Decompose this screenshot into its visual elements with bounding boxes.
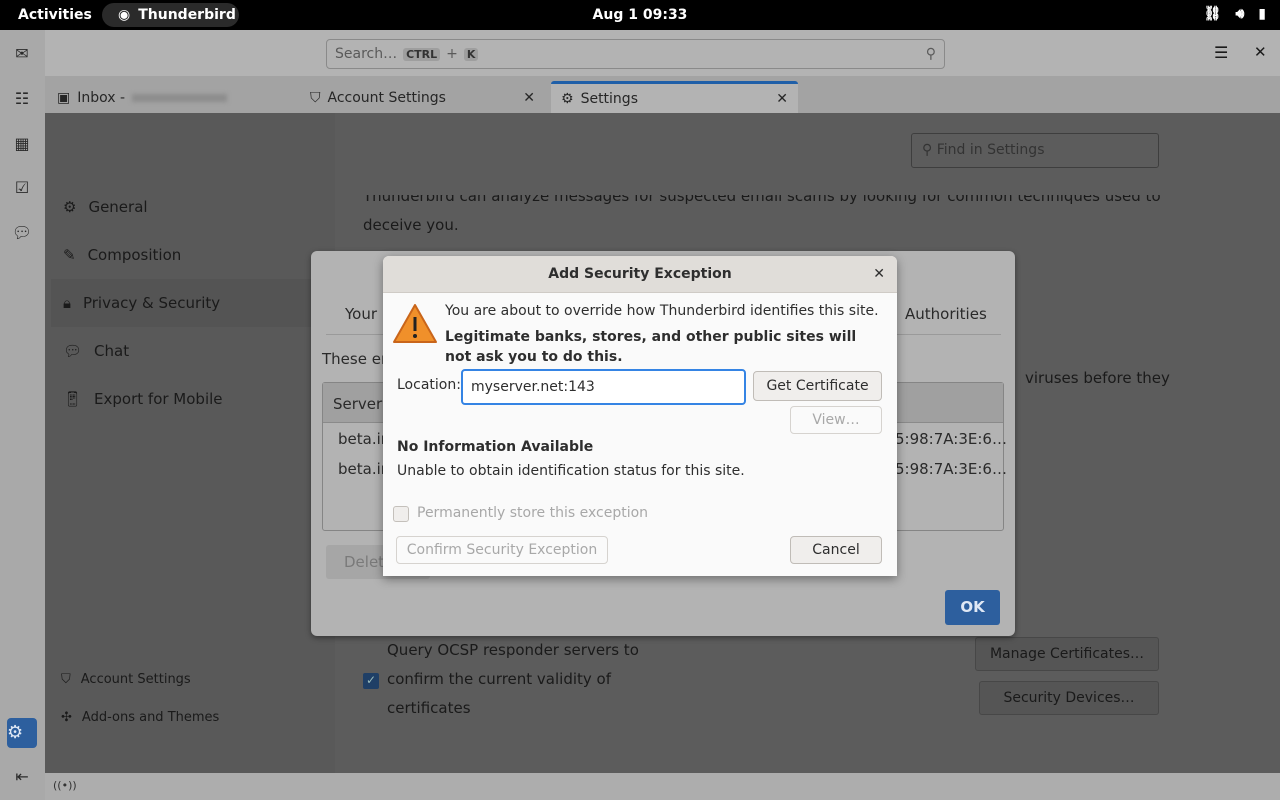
spaces-toolbar: ✉ ☷ ▦ ☑ 💬︎ ⚙ ⇤ — [0, 30, 45, 800]
settings-gear-icon[interactable]: ⚙ — [7, 718, 37, 748]
view-button[interactable]: View… — [790, 406, 882, 434]
shortcut-plus: + — [446, 46, 458, 62]
shortcut-key: CTRL — [403, 47, 441, 61]
nav-addons[interactable]: ✣ Add-ons and Themes — [61, 710, 219, 725]
account-icon: ⛉ — [310, 89, 321, 106]
nav-label: Add-ons and Themes — [81, 710, 220, 725]
network-icon: ⛓ — [1203, 6, 1222, 22]
status-title: No Information Available — [397, 439, 594, 455]
nav-account-settings[interactable]: ⛉ Account Settings — [61, 672, 191, 687]
pencil-icon: ✎ — [63, 246, 76, 264]
phone-icon: 📱︎ — [63, 390, 83, 408]
warning-icon — [393, 304, 437, 343]
status-text: Unable to obtain identification status f… — [397, 463, 745, 479]
nav-label: Privacy & Security — [82, 294, 221, 312]
nav-export-mobile[interactable]: 📱︎ Export for Mobile — [51, 375, 335, 423]
cancel-button[interactable]: Cancel — [790, 536, 882, 564]
tab-label: Account Settings — [327, 89, 446, 106]
lock-icon: 🔒︎ — [63, 294, 71, 312]
tab-settings[interactable]: ⚙ Settings ✕ — [551, 81, 798, 113]
account-icon: ⛉ — [61, 672, 71, 687]
description: These en — [322, 350, 391, 368]
scam-description: Thunderbird can analyze messages for sus… — [363, 187, 1161, 205]
row-server[interactable]: beta.ir — [338, 430, 387, 448]
location-label: Location: — [397, 377, 461, 393]
tab-your-certificates[interactable]: Your — [345, 305, 377, 323]
permanent-checkbox[interactable] — [393, 506, 409, 522]
nav-chat[interactable]: 💬︎ Chat — [51, 327, 335, 375]
ok-button[interactable]: OK — [945, 590, 1000, 625]
tasks-icon[interactable]: ☑ — [11, 177, 33, 199]
ocsp-label: Query OCSP responder servers to — [387, 641, 639, 659]
dialog-header: Add Security Exception ✕ — [383, 256, 897, 293]
nav-label: Export for Mobile — [94, 390, 223, 408]
row-fingerprint: 5:98:7A:3E:6… — [895, 430, 1007, 448]
system-top-bar: Activities ◉ Thunderbird Aug 1 09:33 ⛓ 🔊︎ ▮ — [0, 0, 1280, 30]
confirm-exception-button[interactable]: Confirm Security Exception — [396, 536, 608, 564]
row-server[interactable]: beta.ir — [338, 460, 387, 478]
close-tab-icon[interactable]: ✕ — [776, 91, 788, 107]
find-placeholder: Find in Settings — [936, 142, 1045, 158]
inbox-icon: ▣ — [57, 89, 71, 106]
tab-label: Settings — [580, 90, 638, 107]
permanent-label: Permanently store this exception — [417, 505, 649, 521]
puzzle-icon: ✣ — [61, 710, 72, 725]
security-devices-button[interactable]: Security Devices… — [979, 681, 1159, 715]
gear-icon: ⚙ — [63, 198, 77, 216]
search-placeholder: Search… — [335, 46, 398, 62]
find-in-settings-input[interactable]: ⚲ Find in Settings — [911, 133, 1159, 168]
search-input[interactable]: Search… CTRL + K ⚲ — [326, 39, 945, 69]
settings-nav: ⚙ General ✎ Composition 🔒︎ Privacy & Securi… — [45, 113, 335, 773]
status-bar: ((•)) — [45, 773, 1280, 800]
get-certificate-button[interactable]: Get Certificate — [753, 371, 882, 401]
battery-icon: ▮ — [1258, 6, 1266, 22]
nav-label: Composition — [87, 246, 182, 264]
toolbar: Search… CTRL + K ⚲ ☰ ✕ — [45, 30, 1280, 76]
nav-label: General — [88, 198, 148, 216]
antivirus-text: viruses before they — [1025, 369, 1170, 387]
chat-icon: 💬︎ — [63, 342, 83, 360]
nav-composition[interactable]: ✎ Composition — [51, 231, 335, 279]
blurred-account — [132, 93, 228, 102]
collapse-icon[interactable]: ⇤ — [11, 766, 33, 788]
manage-certificates-button[interactable]: Manage Certificates… — [975, 637, 1159, 671]
menu-icon[interactable]: ☰ — [1214, 43, 1228, 62]
clock[interactable]: Aug 1 09:33 — [0, 7, 1280, 23]
warning-text: You are about to override how Thunderbir… — [445, 303, 879, 319]
tab-inbox[interactable]: ▣ Inbox - — [47, 82, 287, 113]
close-tab-icon[interactable]: ✕ — [523, 90, 535, 106]
volume-icon: 🔊︎ — [1235, 6, 1245, 22]
calendar-icon[interactable]: ▦ — [11, 133, 33, 155]
address-book-icon[interactable]: ☷ — [11, 88, 33, 110]
tab-bar: ▣ Inbox - ⛉ Account Settings ✕ ⚙ Settings ✕ — [45, 76, 1280, 113]
tab-account-settings[interactable]: ⛉ Account Settings ✕ — [300, 82, 545, 113]
online-status-icon[interactable]: ((•)) — [53, 779, 77, 792]
location-input[interactable]: myserver.net:143 — [461, 369, 746, 405]
add-security-exception-dialog: Add Security Exception ✕ You are about to… — [383, 256, 897, 576]
close-icon[interactable]: ✕ — [873, 256, 885, 292]
nav-general[interactable]: ⚙ General — [51, 183, 335, 231]
dialog-title: Add Security Exception — [548, 266, 732, 282]
nav-label: Account Settings — [80, 672, 191, 687]
ocsp-checkbox[interactable]: ✓ — [363, 673, 379, 689]
shortcut-key: K — [463, 47, 479, 61]
ocsp-label-2: confirm the current validity of — [387, 670, 612, 688]
scam-description-2: deceive you. — [363, 216, 459, 234]
row-fingerprint: 5:98:7A:3E:6… — [895, 460, 1007, 478]
tab-authorities[interactable]: Authorities — [905, 305, 987, 323]
warning-bold-text: Legitimate banks, stores, and other publ… — [445, 329, 857, 365]
gear-icon: ⚙ — [561, 90, 574, 107]
nav-privacy-security[interactable]: 🔒︎ Privacy & Security — [51, 279, 335, 327]
mail-icon[interactable]: ✉ — [11, 43, 33, 65]
system-tray[interactable]: ⛓ 🔊︎ ▮ — [1204, 6, 1266, 22]
search-icon: ⚲ — [922, 142, 937, 158]
chat-icon[interactable]: 💬︎ — [11, 222, 33, 244]
column-server: Server — [333, 395, 383, 413]
ocsp-label-3: certificates — [387, 699, 471, 717]
close-window-icon[interactable]: ✕ — [1254, 43, 1267, 61]
tab-label: Inbox - — [77, 89, 126, 106]
search-icon: ⚲ — [925, 46, 936, 62]
nav-label: Chat — [94, 342, 130, 360]
